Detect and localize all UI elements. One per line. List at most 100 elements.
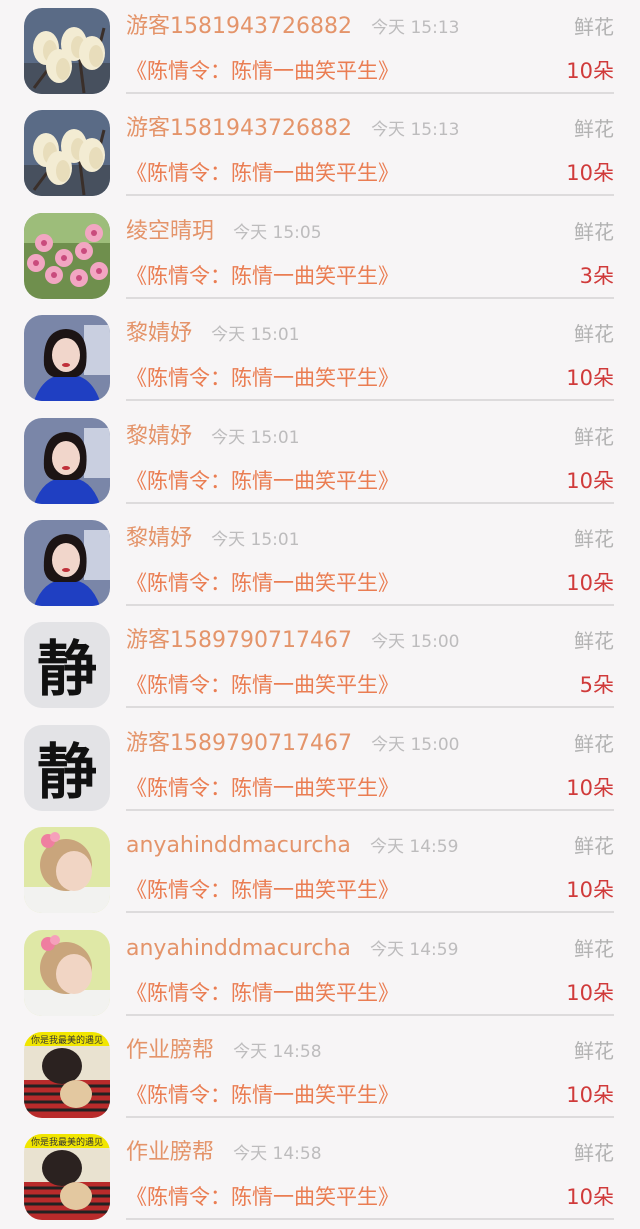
gift-count: 10朵 [566,366,614,391]
banner-text: 你是我最美的遇见 [31,1034,103,1046]
user-name[interactable]: 黎婧妤 [126,317,192,351]
list-item-content: 游客1589790717467 今天 15:00 鲜花 《陈情令：陈情一曲笑平生… [126,614,614,709]
work-title[interactable]: 《陈情令：陈情一曲笑平生》 [126,264,399,288]
gift-type: 鲜花 [574,424,614,449]
list-item[interactable]: 游客1581943726882 今天 15:13 鲜花 《陈情令：陈情一曲笑平生… [0,102,640,204]
list-item[interactable]: 静 游客1589790717467 今天 15:00 鲜花 《陈情令：陈情一曲笑… [0,717,640,819]
list-item-content: 绫空晴玥 今天 15:05 鲜花 《陈情令：陈情一曲笑平生》 3朵 [126,205,614,299]
gift-type: 鲜花 [574,936,614,961]
work-title[interactable]: 《陈情令：陈情一曲笑平生》 [126,366,399,390]
timestamp: 今天 15:01 [211,325,300,346]
work-title[interactable]: 《陈情令：陈情一曲笑平生》 [126,161,399,185]
gift-count: 10朵 [566,570,614,595]
work-title[interactable]: 《陈情令：陈情一曲笑平生》 [126,776,399,800]
user-name[interactable]: 游客1581943726882 [126,112,352,146]
user-name[interactable]: 黎婧妤 [126,420,192,454]
avatar[interactable]: 你是我最美的遇见 [24,1134,110,1221]
list-item[interactable]: 你是我最美的遇见 作业膀帮 今天 14:58 鲜花 《陈情令：陈情一曲笑平生》 … [0,1126,640,1228]
avatar-image [24,110,110,197]
work-title[interactable]: 《陈情令：陈情一曲笑平生》 [126,981,399,1005]
gift-type: 鲜花 [574,219,614,244]
timestamp: 今天 14:59 [369,837,459,858]
avatar-image: 你是我最美的遇见 [24,1031,110,1118]
timestamp: 今天 15:01 [211,529,300,550]
gift-type: 鲜花 [574,322,614,347]
calligraphy-char: 静 [37,738,97,808]
user-name[interactable]: anyahinddmacurcha [126,829,351,863]
user-name[interactable]: 游客1589790717467 [126,727,352,761]
calligraphy-char: 静 [37,635,97,705]
avatar[interactable]: 静 [24,622,110,709]
list-item[interactable]: 游客1581943726882 今天 15:13 鲜花 《陈情令：陈情一曲笑平生… [0,0,640,102]
list-item-content: anyahinddmacurcha 今天 14:59 鲜花 《陈情令：陈情一曲笑… [126,819,614,914]
user-name[interactable]: anyahinddmacurcha [126,932,351,966]
work-title[interactable]: 《陈情令：陈情一曲笑平生》 [126,673,399,697]
gift-type: 鲜花 [574,1141,614,1166]
gift-count: 5朵 [579,673,614,698]
banner-text: 你是我最美的遇见 [31,1136,103,1148]
gift-type: 鲜花 [574,629,614,654]
work-title[interactable]: 《陈情令：陈情一曲笑平生》 [126,878,399,902]
user-name[interactable]: 游客1581943726882 [126,10,352,44]
avatar-image [24,929,110,1016]
list-item[interactable]: 黎婧妤 今天 15:01 鲜花 《陈情令：陈情一曲笑平生》 10朵 [0,512,640,614]
work-title[interactable]: 《陈情令：陈情一曲笑平生》 [126,469,399,493]
gift-type: 鲜花 [574,526,614,551]
user-name[interactable]: 游客1589790717467 [126,624,352,658]
gift-count: 10朵 [566,59,614,83]
list-item-content: 游客1589790717467 今天 15:00 鲜花 《陈情令：陈情一曲笑平生… [126,717,614,811]
avatar-image: 你是我最美的遇见 [24,1134,110,1221]
avatar[interactable]: 静 [24,724,110,811]
avatar[interactable] [24,8,110,94]
list-item-content: 作业膀帮 今天 14:58 鲜花 《陈情令：陈情一曲笑平生》 10朵 [126,1126,614,1221]
list-item[interactable]: 黎婧妤 今天 15:01 鲜花 《陈情令：陈情一曲笑平生》 10朵 [0,307,640,409]
gift-count: 10朵 [566,878,614,903]
work-title[interactable]: 《陈情令：陈情一曲笑平生》 [126,1185,399,1209]
user-name[interactable]: 作业膀帮 [126,1136,214,1170]
list-item-content: 黎婧妤 今天 15:01 鲜花 《陈情令：陈情一曲笑平生》 10朵 [126,512,614,606]
list-item[interactable]: 静 游客1589790717467 今天 15:00 鲜花 《陈情令：陈情一曲笑… [0,614,640,716]
avatar-image [24,212,110,299]
list-item-content: 黎婧妤 今天 15:01 鲜花 《陈情令：陈情一曲笑平生》 10朵 [126,410,614,504]
avatar[interactable] [24,110,110,197]
gift-count: 3朵 [579,263,614,288]
avatar-image: 静 [24,622,110,709]
gift-record-list: 游客1581943726882 今天 15:13 鲜花 《陈情令：陈情一曲笑平生… [0,0,640,1229]
avatar-image: 静 [24,724,110,811]
timestamp: 今天 15:13 [371,18,460,38]
gift-type: 鲜花 [574,1038,614,1063]
avatar[interactable] [24,417,110,504]
timestamp: 今天 15:00 [371,734,460,755]
list-item[interactable]: 你是我最美的遇见 作业膀帮 今天 14:58 鲜花 《陈情令：陈情一曲笑平生》 … [0,1024,640,1126]
avatar[interactable] [24,519,110,606]
avatar[interactable] [24,315,110,402]
avatar[interactable]: 你是我最美的遇见 [24,1031,110,1118]
timestamp: 今天 14:58 [233,1041,322,1062]
list-item-content: anyahinddmacurcha 今天 14:59 鲜花 《陈情令：陈情一曲笑… [126,922,614,1016]
gift-type: 鲜花 [574,834,614,859]
timestamp: 今天 15:05 [233,222,322,243]
avatar-image [24,827,110,914]
gift-count: 10朵 [566,980,614,1005]
list-item[interactable]: 绫空晴玥 今天 15:05 鲜花 《陈情令：陈情一曲笑平生》 3朵 [0,205,640,307]
gift-count: 10朵 [566,1185,614,1210]
timestamp: 今天 15:00 [371,632,460,653]
work-title[interactable]: 《陈情令：陈情一曲笑平生》 [126,1083,399,1107]
avatar-image [24,8,110,94]
work-title[interactable]: 《陈情令：陈情一曲笑平生》 [126,59,399,83]
avatar-image [24,417,110,504]
gift-count: 10朵 [566,468,614,493]
user-name[interactable]: 黎婧妤 [126,522,192,556]
timestamp: 今天 14:59 [369,939,459,960]
list-item-content: 作业膀帮 今天 14:58 鲜花 《陈情令：陈情一曲笑平生》 10朵 [126,1024,614,1118]
list-item[interactable]: anyahinddmacurcha 今天 14:59 鲜花 《陈情令：陈情一曲笑… [0,922,640,1024]
avatar[interactable] [24,212,110,299]
avatar[interactable] [24,827,110,914]
user-name[interactable]: 作业膀帮 [126,1034,214,1068]
avatar[interactable] [24,929,110,1016]
user-name[interactable]: 绫空晴玥 [126,215,214,249]
list-item[interactable]: 黎婧妤 今天 15:01 鲜花 《陈情令：陈情一曲笑平生》 10朵 [0,410,640,512]
timestamp: 今天 15:13 [371,120,460,141]
work-title[interactable]: 《陈情令：陈情一曲笑平生》 [126,571,399,595]
list-item[interactable]: anyahinddmacurcha 今天 14:59 鲜花 《陈情令：陈情一曲笑… [0,819,640,921]
